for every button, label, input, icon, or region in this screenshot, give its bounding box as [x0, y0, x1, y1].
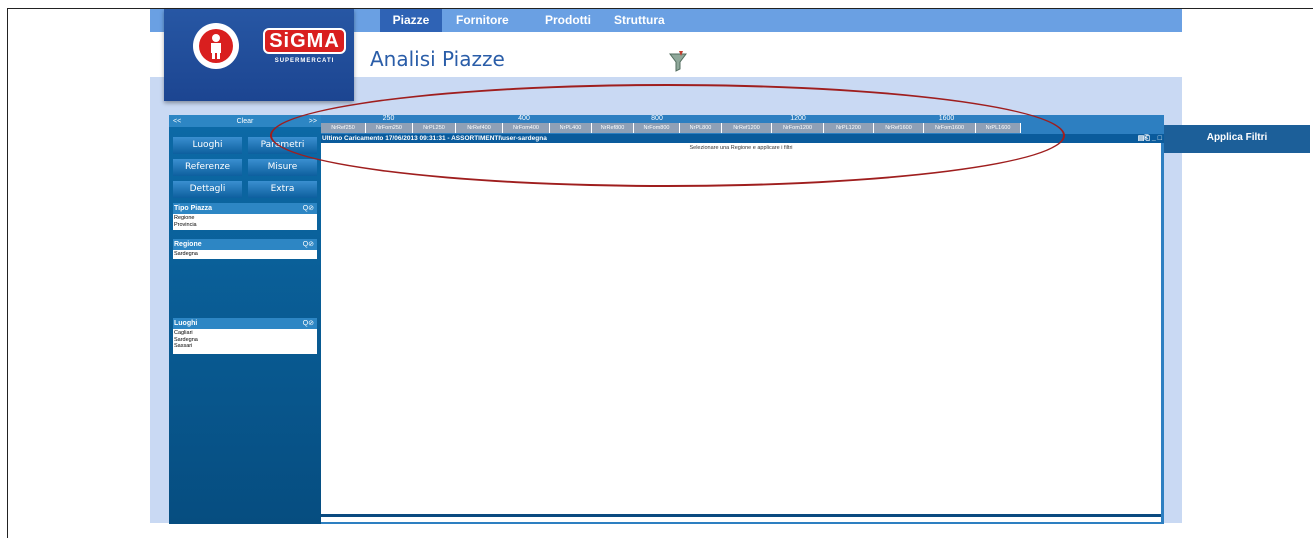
logo: SiGMA SUPERMERCATI [164, 9, 354, 101]
data-grid: 250 400 800 1200 1600 NrRef250 NrFom250 … [321, 115, 1164, 524]
referenze-button[interactable]: Referenze [173, 159, 242, 176]
search-icon[interactable]: Q⊘ [303, 203, 314, 214]
column-header-row: NrRef250 NrFom250 NrPL250 NrRef400 NrFom… [321, 123, 1164, 133]
parametri-button[interactable]: Parametri [248, 137, 317, 154]
column-header[interactable]: NrPL400 [550, 123, 592, 133]
panel-regione-header: Regione Q⊘ [173, 239, 317, 250]
column-header[interactable]: NrFom1600 [924, 123, 976, 133]
next-button[interactable]: >> [309, 118, 317, 125]
extra-button[interactable]: Extra [248, 181, 317, 198]
panel-title: Regione [174, 241, 202, 248]
column-header[interactable]: NrFom250 [366, 123, 413, 133]
column-header[interactable]: NrPL800 [680, 123, 722, 133]
person-icon [211, 34, 221, 59]
group-400: 400 [518, 115, 530, 122]
column-header[interactable]: NrFom400 [503, 123, 550, 133]
grid-content[interactable]: Selezionare una Regione e applicare i fi… [321, 143, 1161, 522]
column-header[interactable]: NrRef1200 [722, 123, 772, 133]
luoghi-button[interactable]: Luoghi [173, 137, 242, 154]
list-item[interactable]: Provincia [174, 222, 316, 229]
app-container: Piazze Fornitore Prodotti Struttura Anal… [150, 9, 1310, 524]
misure-button[interactable]: Misure [248, 159, 317, 176]
group-800: 800 [651, 115, 663, 122]
panel-title: Tipo Piazza [174, 205, 212, 212]
logo-subtitle: SUPERMERCATI [274, 58, 335, 64]
column-header[interactable]: NrRef250 [321, 123, 366, 133]
list-item[interactable]: Sassari [174, 343, 316, 350]
sidebar-toolbar: << Clear >> [169, 115, 321, 127]
column-header[interactable]: NrRef800 [592, 123, 634, 133]
column-header[interactable]: NrRef1600 [874, 123, 924, 133]
search-icon[interactable]: Q⊘ [303, 239, 314, 250]
panel-tipo-piazza-list[interactable]: Regione Provincia [173, 214, 317, 230]
panel-title: Luoghi [174, 320, 198, 327]
status-bar: Ultimo Caricamento 17/06/2013 09:31:31 -… [321, 134, 1164, 143]
search-icon[interactable]: Q⊘ [303, 318, 314, 329]
window-controls-icon[interactable]: ▤⎗ _ □ [1138, 134, 1162, 143]
group-1200: 1200 [790, 115, 806, 122]
tab-struttura[interactable]: Struttura [614, 9, 665, 32]
sidebar: << Clear >> Luoghi Parametri Referenze M… [169, 115, 321, 524]
clear-button[interactable]: Clear [237, 118, 254, 125]
prev-button[interactable]: << [173, 118, 181, 125]
panel-tipo-piazza-header: Tipo Piazza Q⊘ [173, 203, 317, 214]
page-title: Analisi Piazze [370, 47, 505, 71]
column-header[interactable]: NrFom1200 [772, 123, 824, 133]
panel-luoghi-list[interactable]: Cagliari Sardegna Sassari [173, 329, 317, 354]
column-header[interactable]: NrPL1200 [824, 123, 874, 133]
tab-piazze[interactable]: Piazze [380, 9, 442, 32]
empty-message: Selezionare una Regione e applicare i fi… [689, 145, 793, 151]
logo-wordmark: SiGMA [263, 28, 346, 54]
column-header[interactable]: NrRef400 [456, 123, 503, 133]
bottom-bar [321, 514, 1161, 517]
dettagli-button[interactable]: Dettagli [173, 181, 242, 198]
panel-regione-list[interactable]: Sardegna [173, 250, 317, 259]
divider [1164, 151, 1310, 153]
column-header[interactable]: NrPL250 [413, 123, 456, 133]
group-1600: 1600 [938, 115, 955, 122]
tab-prodotti[interactable]: Prodotti [545, 9, 591, 32]
status-text: Ultimo Caricamento 17/06/2013 09:31:31 -… [322, 135, 547, 142]
group-250: 250 [382, 115, 395, 122]
column-group-header: 250 400 800 1200 1600 [321, 115, 1164, 123]
apply-filters-button[interactable]: Applica Filtri [1164, 125, 1310, 151]
panel-luoghi-header: Luoghi Q⊘ [173, 318, 317, 329]
funnel-icon[interactable] [668, 51, 688, 73]
tab-fornitore[interactable]: Fornitore [456, 9, 509, 32]
column-header[interactable]: NrPL1600 [976, 123, 1021, 133]
column-header[interactable]: NrFom800 [634, 123, 680, 133]
list-item[interactable]: Sardegna [174, 251, 316, 258]
